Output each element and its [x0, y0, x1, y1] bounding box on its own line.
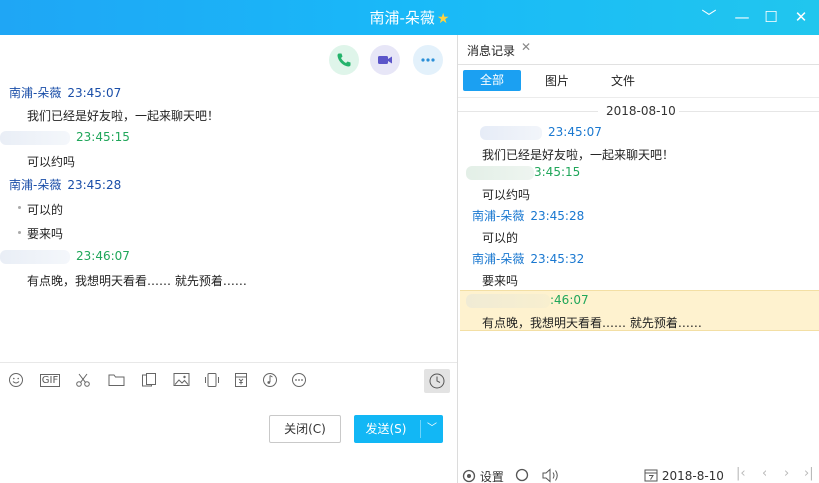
video-call-button[interactable] — [370, 45, 400, 75]
screenshot-image-icon[interactable] — [140, 372, 158, 390]
send-button[interactable]: 发送(S) ﹀ — [354, 415, 443, 443]
more-tools-icon[interactable] — [290, 372, 308, 390]
history-message-sender: 南浦-朵薇 — [472, 252, 525, 266]
history-pane: 消息记录 ✕ 全部 图片 文件 2018-08-10 23:45:07 我们已经… — [458, 35, 819, 483]
send-button-separator — [420, 420, 421, 438]
message-text: 可以约吗 — [27, 155, 76, 169]
message-time: 23:46:07 — [76, 249, 130, 263]
send-button-label: 发送(S) — [365, 422, 407, 436]
scissors-icon[interactable] — [74, 372, 92, 390]
history-message-header: :46:07 — [466, 293, 589, 308]
date-separator: 2018-08-10 — [458, 104, 819, 118]
star-icon: ★ — [436, 11, 450, 27]
blurred-sender — [480, 125, 542, 140]
music-icon[interactable] — [261, 372, 279, 390]
message-sender: 南浦-朵薇 — [9, 86, 62, 100]
calendar-date: 2018-8-10 — [661, 469, 724, 483]
message-text: 要来吗 — [27, 227, 64, 241]
history-message-text: 可以约吗 — [482, 188, 531, 202]
filter-files-button[interactable]: 文件 — [611, 72, 635, 89]
date-line-right — [679, 111, 819, 112]
message-text: 可以的 — [27, 203, 64, 217]
folder-icon[interactable] — [107, 372, 125, 390]
more-dots-icon — [421, 58, 435, 62]
message-time: 23:45:07 — [67, 86, 122, 100]
previous-page-icon[interactable]: ‹ — [762, 466, 767, 481]
title-bar: 南浦-朵薇 ★ ﹀ — ☐ ✕ — [0, 0, 819, 35]
message-time: 23:45:28 — [67, 178, 122, 192]
chevron-down-icon[interactable]: ﹀ — [698, 6, 720, 28]
first-page-icon[interactable]: |‹ — [736, 466, 746, 481]
input-toolbar: GIF — [0, 362, 457, 398]
history-message-header: 23:45:07 — [480, 125, 602, 140]
image-icon[interactable] — [172, 372, 190, 390]
close-chat-button[interactable]: 关闭(C) — [269, 415, 341, 443]
minimize-button[interactable]: — — [731, 6, 753, 28]
history-bottom-bar: 设置 2018-8-10 |‹ ‹ › ›| — [458, 466, 819, 483]
next-page-icon[interactable]: › — [784, 466, 789, 481]
window-title: 南浦-朵薇 ★ — [0, 7, 819, 28]
message-bullet — [18, 231, 21, 234]
voice-call-button[interactable] — [329, 45, 359, 75]
history-message-text: 可以的 — [482, 231, 519, 245]
blurred-sender — [466, 293, 550, 308]
history-date: 2018-08-10 — [606, 104, 676, 118]
message-header: 南浦-朵薇 23:45:07 — [9, 84, 121, 101]
history-message-header: 南浦-朵薇 23:45:32 — [472, 250, 584, 267]
speaker-icon[interactable] — [542, 468, 562, 483]
history-clock-button[interactable] — [424, 369, 450, 393]
message-sender: 南浦-朵薇 — [9, 178, 62, 192]
search-icon[interactable] — [515, 468, 530, 483]
filter-images-button[interactable]: 图片 — [545, 72, 569, 89]
message-text: 有点晚，我想明天看看…… 就先预着…… — [27, 274, 247, 288]
message-header: 南浦-朵薇 23:45:28 — [9, 176, 121, 193]
history-message-header: 南浦-朵薇 23:45:28 — [472, 207, 584, 224]
history-message-time: 23:45:07 — [548, 125, 602, 139]
history-message-time: 23:45:32 — [530, 252, 585, 266]
blurred-sender — [466, 165, 534, 180]
emoji-icon[interactable] — [7, 372, 25, 390]
gear-icon — [462, 469, 476, 483]
history-message-text: 我们已经是好友啦，一起来聊天吧！ — [482, 148, 675, 162]
more-options-button[interactable] — [413, 45, 443, 75]
gif-label: GIF — [39, 374, 61, 387]
calendar-date-picker[interactable]: 2018-8-10 — [644, 468, 724, 483]
blurred-sender — [0, 249, 70, 264]
history-message-sender: 南浦-朵薇 — [472, 209, 525, 223]
history-message-time: 23:45:28 — [530, 209, 585, 223]
maximize-button[interactable]: ☐ — [760, 6, 782, 28]
shake-icon[interactable] — [203, 372, 221, 390]
chat-pane: 南浦-朵薇 23:45:07 我们已经是好友啦，一起来聊天吧！ 23:45:15 … — [0, 35, 457, 483]
settings-label: 设置 — [479, 470, 504, 483]
history-message-time: 3:45:15 — [534, 165, 581, 179]
history-message-text: 有点晚，我想明天看看…… 就先预着…… — [482, 316, 702, 330]
tab-divider — [458, 64, 819, 65]
history-message-header: 3:45:15 — [466, 165, 580, 180]
gif-icon[interactable]: GIF — [38, 372, 62, 390]
message-header: 23:45:15 — [0, 130, 130, 145]
date-line-left — [458, 111, 598, 112]
filter-divider — [458, 97, 819, 98]
window-title-text: 南浦-朵薇 — [369, 9, 435, 27]
video-camera-icon — [378, 56, 392, 64]
tab-message-history[interactable]: 消息记录 — [467, 42, 515, 59]
filter-all-button[interactable]: 全部 — [463, 70, 521, 91]
history-message-text: 要来吗 — [482, 274, 519, 288]
message-bullet — [18, 206, 21, 209]
message-time: 23:45:15 — [76, 130, 130, 144]
message-text: 我们已经是好友啦，一起来聊天吧！ — [27, 109, 220, 123]
phone-icon — [337, 53, 351, 67]
send-options-chevron-icon[interactable]: ﹀ — [424, 415, 440, 443]
blurred-sender — [0, 130, 70, 145]
red-packet-icon[interactable] — [232, 372, 250, 390]
close-window-button[interactable]: ✕ — [790, 6, 812, 28]
close-tab-icon[interactable]: ✕ — [521, 40, 531, 54]
last-page-icon[interactable]: ›| — [804, 466, 814, 481]
settings-button[interactable]: 设置 — [462, 468, 504, 483]
calendar-icon — [644, 469, 658, 482]
message-header: 23:46:07 — [0, 249, 130, 264]
history-message-time: :46:07 — [550, 293, 589, 307]
clock-icon — [429, 373, 445, 389]
